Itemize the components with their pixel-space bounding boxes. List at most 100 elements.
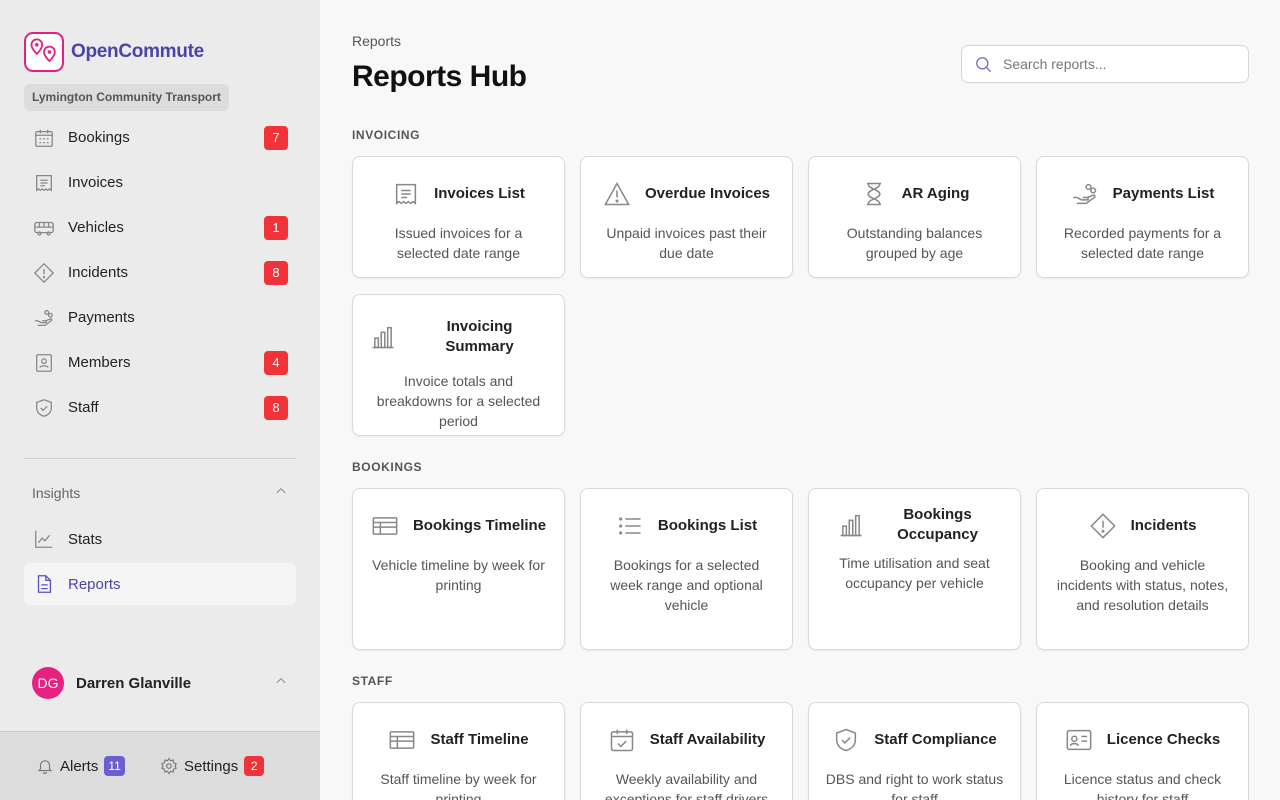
card-description: Unpaid invoices past their due date (606, 225, 767, 261)
sidebar-item-staff[interactable]: Staff 8 (24, 385, 296, 430)
invoice-icon (392, 180, 420, 208)
report-card-staff-timeline[interactable]: Staff Timeline Staff timeline by week fo… (352, 702, 565, 800)
card-title: Overdue Invoices (644, 185, 771, 202)
brand[interactable]: OpenCommute (24, 32, 204, 72)
alerts-button[interactable]: Alerts 11 (36, 756, 125, 776)
sidebar-divider (24, 458, 296, 459)
card-description: Licence status and check history for sta… (1063, 771, 1222, 800)
sidebar-item-label: Reports (68, 575, 121, 593)
count-badge: 1 (264, 216, 288, 240)
brand-name: OpenCommute (71, 41, 204, 62)
count-badge: 8 (264, 261, 288, 285)
chevron-up-icon (274, 484, 288, 501)
card-title: Staff Availability (649, 731, 766, 748)
card-description: Vehicle timeline by week for printing (372, 557, 545, 593)
sidebar-item-label: Stats (68, 530, 103, 548)
search-box[interactable] (961, 45, 1249, 83)
bell-icon (36, 757, 54, 775)
card-description: DBS and right to work status for staff (825, 771, 1004, 800)
sidebar-item-bookings[interactable]: Bookings 7 (24, 115, 296, 160)
organization-badge[interactable]: Lymington Community Transport (24, 84, 229, 111)
card-title: Bookings Timeline (412, 517, 547, 534)
search-input[interactable] (1003, 56, 1233, 72)
count-badge: 8 (264, 396, 288, 420)
sidebar-item-stats[interactable]: Stats (24, 518, 296, 560)
group-label-staff: STAFF (352, 674, 393, 688)
card-description: Booking and vehicle incidents with statu… (1056, 557, 1229, 613)
card-title: AR Aging (901, 185, 970, 202)
card-description: Time utilisation and seat occupancy per … (839, 555, 990, 591)
avatar: DG (32, 667, 64, 699)
user-menu[interactable]: DG Darren Glanville (32, 667, 288, 699)
card-title: Invoicing Summary (445, 318, 514, 355)
report-card-staff-compliance[interactable]: Staff Compliance DBS and right to work s… (808, 702, 1021, 800)
report-card-payments-list[interactable]: Payments List Recorded payments for a se… (1036, 156, 1249, 278)
id-badge-icon (32, 351, 56, 375)
insights-nav: Stats Reports (24, 518, 296, 608)
hand-coins-icon (32, 306, 56, 330)
sidebar-item-label: Staff (68, 399, 99, 416)
gear-icon (160, 757, 178, 775)
sidebar-item-payments[interactable]: Payments (24, 295, 296, 340)
sidebar-footer: Alerts 11 Settings 2 (0, 731, 320, 800)
invoice-icon (32, 171, 56, 195)
document-icon (32, 572, 56, 596)
card-description: Staff timeline by week for printing (380, 771, 537, 800)
settings-label: Settings (184, 757, 239, 775)
warning-diamond-icon (1089, 512, 1117, 540)
calendar-icon (32, 126, 56, 150)
card-title: Staff Timeline (430, 731, 529, 748)
sidebar-item-invoices[interactable]: Invoices (24, 160, 296, 205)
alerts-count-badge: 11 (104, 756, 125, 776)
report-card-ar-aging[interactable]: AR Aging Outstanding balances grouped by… (808, 156, 1021, 278)
sidebar-item-label: Incidents (68, 264, 129, 281)
sidebar: OpenCommute Lymington Community Transpor… (0, 0, 320, 800)
timeline-table-icon (388, 726, 416, 754)
report-card-invoices-list[interactable]: Invoices List Issued invoices for a sele… (352, 156, 565, 278)
card-title: Bookings List (657, 517, 758, 534)
report-card-bookings-list[interactable]: Bookings List Bookings for a selected we… (580, 488, 793, 650)
sidebar-item-label: Invoices (68, 174, 124, 191)
card-title: Payments List (1112, 185, 1215, 202)
insights-label: Insights (32, 484, 81, 501)
alerts-label: Alerts (60, 757, 99, 775)
warning-triangle-icon (603, 180, 631, 208)
report-card-invoicing-summary[interactable]: Invoicing Summary Invoice totals and bre… (352, 294, 565, 436)
timeline-table-icon (371, 512, 399, 540)
card-title: Bookings Occupancy (897, 506, 978, 543)
chevron-up-icon (274, 674, 288, 693)
hourglass-icon (860, 180, 888, 208)
sidebar-item-reports[interactable]: Reports (24, 563, 296, 605)
sidebar-item-members[interactable]: Members 4 (24, 340, 296, 385)
sidebar-item-vehicles[interactable]: Vehicles 1 (24, 205, 296, 250)
report-card-licence-checks[interactable]: Licence Checks Licence status and check … (1036, 702, 1249, 800)
sidebar-item-label: Members (68, 354, 131, 371)
count-badge: 7 (264, 126, 288, 150)
card-title: Invoices List (434, 185, 525, 202)
card-title: Licence Checks (1106, 731, 1221, 748)
report-card-staff-availability[interactable]: Staff Availability Weekly availability a… (580, 702, 793, 800)
primary-nav: Bookings 7 Invoices Vehicles 1 Incidents… (24, 115, 296, 430)
insights-section-toggle[interactable]: Insights (32, 484, 288, 501)
card-description: Invoice totals and breakdowns for a sele… (376, 373, 541, 429)
settings-button[interactable]: Settings 2 (160, 756, 265, 776)
settings-count-badge: 2 (244, 756, 265, 776)
card-description: Recorded payments for a selected date ra… (1063, 225, 1222, 261)
breadcrumb[interactable]: Reports (352, 33, 401, 49)
bus-icon (32, 216, 56, 240)
report-card-bookings-occupancy[interactable]: Bookings Occupancy Time utilisation and … (808, 488, 1021, 650)
main-content: Reports Reports Hub INVOICING Invoices L… (320, 0, 1280, 800)
card-title: Staff Compliance (874, 731, 997, 748)
report-card-overdue-invoices[interactable]: Overdue Invoices Unpaid invoices past th… (580, 156, 793, 278)
search-icon (974, 55, 993, 74)
report-card-incidents[interactable]: Incidents Booking and vehicle incidents … (1036, 488, 1249, 650)
shield-check-icon (832, 726, 860, 754)
card-title: Incidents (1130, 517, 1197, 534)
group-label-bookings: BOOKINGS (352, 460, 423, 474)
sidebar-item-incidents[interactable]: Incidents 8 (24, 250, 296, 295)
report-card-bookings-timeline[interactable]: Bookings Timeline Vehicle timeline by we… (352, 488, 565, 650)
bar-chart-icon (369, 323, 397, 351)
sidebar-item-label: Bookings (68, 129, 130, 146)
hand-coins-icon (1071, 180, 1099, 208)
shield-check-icon (32, 396, 56, 420)
